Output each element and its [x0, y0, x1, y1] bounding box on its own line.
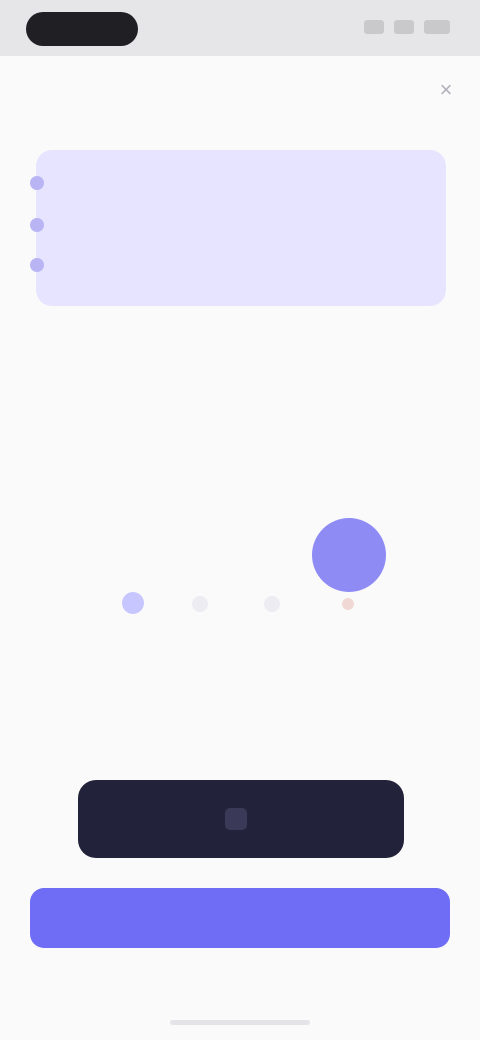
info-item-1: [30, 176, 60, 190]
info-item-2: [30, 218, 60, 232]
header: ×: [0, 72, 480, 128]
signal-icon: [364, 20, 384, 34]
step-indicator: [100, 500, 400, 640]
app-screen: ×: [0, 0, 480, 1040]
share-icon: [225, 808, 247, 830]
step-dot-4-active[interactable]: [312, 518, 386, 592]
status-bar: [0, 0, 480, 56]
step-marker: [342, 598, 354, 610]
info-card: [36, 150, 446, 306]
secondary-button[interactable]: [78, 780, 404, 858]
wifi-icon: [394, 20, 414, 34]
battery-icon: [424, 20, 450, 34]
bullet-icon: [30, 176, 44, 190]
step-dot-2[interactable]: [192, 596, 208, 612]
close-icon[interactable]: ×: [434, 78, 458, 102]
bullet-icon: [30, 218, 44, 232]
step-dot-3[interactable]: [264, 596, 280, 612]
bullet-icon: [30, 258, 44, 272]
step-dot-1[interactable]: [122, 592, 144, 614]
status-time: [26, 12, 138, 46]
info-item-3: [30, 258, 60, 272]
status-icons: [364, 20, 450, 34]
home-indicator: [170, 1020, 310, 1025]
primary-button[interactable]: [30, 888, 450, 948]
